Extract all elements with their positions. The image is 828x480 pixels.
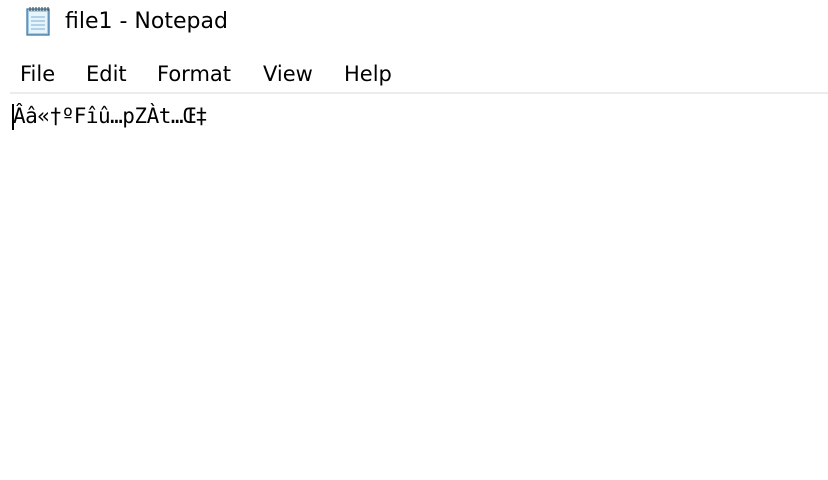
notepad-icon — [24, 5, 54, 37]
menu-view[interactable]: View — [263, 57, 313, 91]
window-title: file1 - Notepad — [65, 9, 228, 34]
text-caret — [12, 104, 14, 130]
menu-divider — [10, 92, 828, 94]
title-bar: file1 - Notepad — [0, 0, 828, 46]
menu-file[interactable]: File — [20, 57, 55, 91]
menu-help[interactable]: Help — [344, 57, 392, 91]
notepad-window: file1 - Notepad File Edit Format View He… — [0, 0, 828, 480]
menu-edit[interactable]: Edit — [86, 57, 127, 91]
menu-format[interactable]: Format — [157, 57, 231, 91]
editor-content[interactable]: Ââ«†ºFîû…pZÀt…Œ‡ — [13, 100, 208, 132]
text-editor-area[interactable]: Ââ«†ºFîû…pZÀt…Œ‡ — [0, 96, 828, 480]
menu-bar: File Edit Format View Help — [0, 57, 828, 91]
